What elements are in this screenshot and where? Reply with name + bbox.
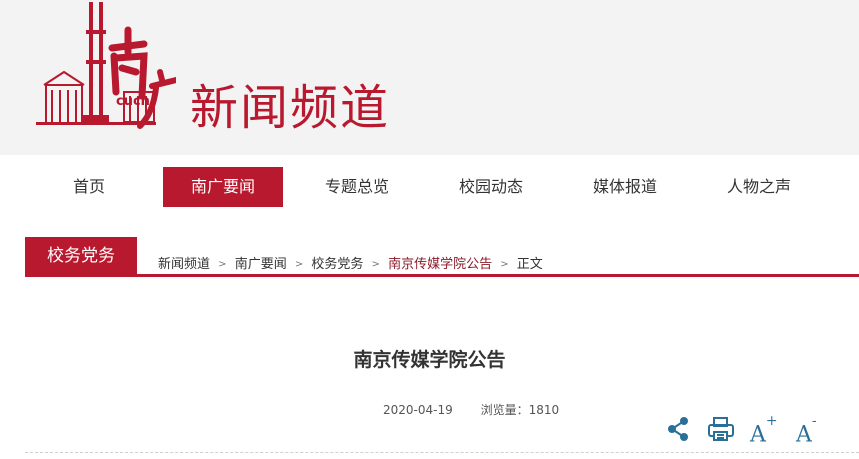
breadcrumb-item[interactable]: 校务党务 (311, 253, 363, 272)
font-decrease-icon: A (796, 422, 812, 448)
breadcrumb-item[interactable]: 新闻频道 (158, 253, 210, 272)
font-decrease-button[interactable]: A- (796, 413, 826, 448)
nav-item-people[interactable]: 人物之声 (699, 167, 819, 207)
font-decrease-minus: - (811, 413, 817, 429)
view-count: 浏览量：1810 (480, 403, 560, 417)
breadcrumb-item[interactable]: 南京传媒学院公告 (388, 253, 492, 272)
nav-item-media[interactable]: 媒体报道 (565, 167, 685, 207)
font-increase-button[interactable]: A+ (750, 413, 780, 448)
article-meta: 2020-04-19 浏览量：1810 (383, 401, 559, 418)
breadcrumb-separator: > (218, 259, 227, 270)
breadcrumb-item[interactable]: 南广要闻 (235, 253, 287, 272)
breadcrumb: 新闻频道 > 南广要闻 > 校务党务 > 南京传媒学院公告 > 正文 (158, 253, 543, 272)
nav-item-news[interactable]: 南广要闻 (163, 167, 283, 207)
nav-item-topics[interactable]: 专题总览 (297, 167, 417, 207)
breadcrumb-separator: > (294, 259, 304, 270)
share-icon[interactable] (664, 414, 694, 444)
article-title: 南京传媒学院公告 (353, 349, 506, 371)
font-increase-icon: A (750, 422, 766, 448)
print-icon[interactable] (706, 414, 736, 444)
site-header: cucn 新闻频道 (0, 0, 859, 155)
breadcrumb-current: 正文 (516, 257, 543, 272)
main-nav: 首页 南广要闻 专题总览 校园动态 媒体报道 人物之声 (25, 167, 859, 207)
breadcrumb-separator: > (371, 259, 380, 270)
section-divider (25, 274, 859, 277)
publish-date: 2020-04-19 (383, 403, 453, 417)
content-divider (25, 452, 859, 453)
nav-item-home[interactable]: 首页 (29, 167, 149, 207)
svg-text:cucn: cucn (116, 94, 150, 109)
section-tab[interactable]: 校务党务 (25, 237, 137, 277)
font-increase-plus: + (765, 413, 778, 429)
logo[interactable]: cucn (36, 0, 176, 140)
site-title: 新闻频道 (190, 80, 391, 136)
nav-item-campus[interactable]: 校园动态 (431, 167, 551, 207)
breadcrumb-separator: > (500, 259, 509, 270)
